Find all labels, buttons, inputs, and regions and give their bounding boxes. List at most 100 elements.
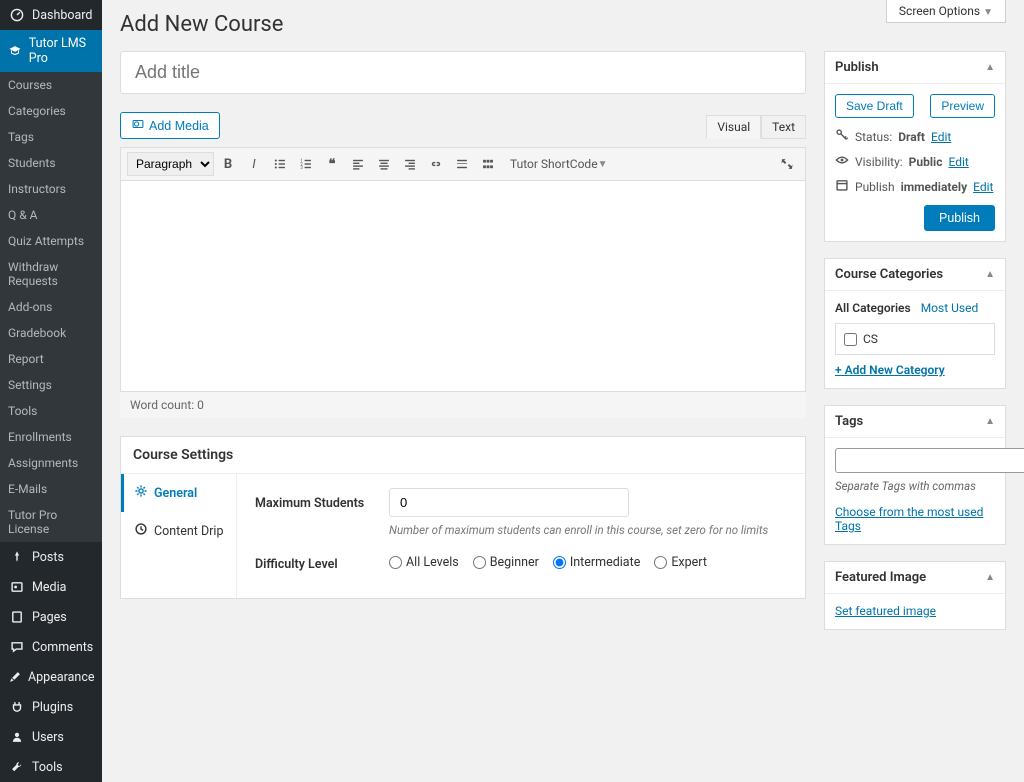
difficulty-radio-group: All Levels Beginner Intermediate Expert: [389, 549, 787, 570]
edit-visibility-link[interactable]: Edit: [948, 155, 968, 169]
word-count: Word count: 0: [120, 391, 806, 418]
sidebar-item-quiz-attempts[interactable]: Quiz Attempts: [0, 228, 102, 254]
sidebar-item-dashboard[interactable]: Dashboard: [0, 0, 102, 30]
page-icon: [8, 608, 26, 626]
tab-most-used[interactable]: Most Used: [921, 301, 979, 315]
user-icon: [8, 728, 26, 746]
publish-metabox: Publish▲ Save Draft Preview Status: Draf…: [824, 51, 1006, 242]
sidebar-item-qa[interactable]: Q & A: [0, 202, 102, 228]
editor-mode-tabs: Visual Text: [120, 115, 806, 139]
pin-icon: [8, 548, 26, 566]
tags-metabox: Tags▲ Add Separate Tags with commas Choo…: [824, 405, 1006, 545]
gear-icon: [134, 484, 148, 502]
edit-schedule-link[interactable]: Edit: [973, 180, 993, 194]
align-center-button[interactable]: [372, 152, 396, 176]
course-settings-nav: General Content Drip: [121, 474, 237, 598]
max-students-help: Number of maximum students can enroll in…: [389, 523, 787, 537]
sidebar-item-tutor-lms[interactable]: Tutor LMS Pro: [0, 30, 102, 72]
sidebar-item-posts[interactable]: Posts: [0, 542, 102, 572]
italic-button[interactable]: I: [242, 152, 266, 176]
sidebar-item-tools[interactable]: Tools: [0, 398, 102, 424]
sidebar-label: Dashboard: [32, 8, 92, 23]
chevron-up-icon[interactable]: ▲: [985, 572, 995, 583]
sidebar-item-tags[interactable]: Tags: [0, 124, 102, 150]
max-students-input[interactable]: [389, 488, 629, 517]
sidebar-item-gradebook[interactable]: Gradebook: [0, 320, 102, 346]
media-icon: [8, 578, 26, 596]
max-students-label: Maximum Students: [255, 488, 365, 537]
rich-text-editor: Paragraph B I 123 ❝ Tutor ShortCode ▼: [120, 147, 806, 392]
sidebar-item-enrollments[interactable]: Enrollments: [0, 424, 102, 450]
sidebar-item-courses[interactable]: Courses: [0, 72, 102, 98]
sidebar-item-addons[interactable]: Add-ons: [0, 294, 102, 320]
dashboard-icon: [8, 6, 26, 24]
more-button[interactable]: [450, 152, 474, 176]
edit-status-link[interactable]: Edit: [931, 130, 951, 144]
screen-options-toggle[interactable]: Screen Options ▼: [886, 0, 1006, 23]
panel-heading: Course Settings: [121, 437, 805, 474]
sidebar-item-appearance[interactable]: Appearance: [0, 662, 102, 692]
difficulty-beginner[interactable]: Beginner: [473, 555, 539, 570]
align-right-button[interactable]: [398, 152, 422, 176]
tab-text[interactable]: Text: [761, 115, 806, 139]
tutor-shortcode-button[interactable]: Tutor ShortCode ▼: [502, 152, 615, 176]
course-settings-panel: Course Settings General Content Drip: [120, 436, 806, 599]
sidebar-item-withdraw[interactable]: Withdraw Requests: [0, 254, 102, 294]
fullscreen-button[interactable]: [775, 152, 799, 176]
editor-content-area[interactable]: [121, 181, 805, 391]
difficulty-label: Difficulty Level: [255, 549, 365, 572]
sidebar-item-instructors[interactable]: Instructors: [0, 176, 102, 202]
add-category-link[interactable]: + Add New Category: [835, 363, 945, 377]
course-title-input[interactable]: [120, 51, 806, 94]
toolbar-toggle-button[interactable]: [476, 152, 500, 176]
bold-button[interactable]: B: [216, 152, 240, 176]
wrench-icon: [8, 758, 26, 776]
sidebar-item-emails[interactable]: E-Mails: [0, 476, 102, 502]
set-featured-image-link[interactable]: Set featured image: [835, 604, 936, 618]
quote-button[interactable]: ❝: [320, 152, 344, 176]
chevron-up-icon[interactable]: ▲: [985, 62, 995, 73]
sidebar-item-media[interactable]: Media: [0, 572, 102, 602]
sidebar-item-tools-main[interactable]: Tools: [0, 752, 102, 782]
preview-button[interactable]: Preview: [930, 94, 995, 118]
format-select[interactable]: Paragraph: [127, 152, 214, 176]
publish-button[interactable]: Publish: [924, 205, 995, 231]
comment-icon: [8, 638, 26, 656]
sidebar-item-users[interactable]: Users: [0, 722, 102, 752]
save-draft-button[interactable]: Save Draft: [835, 94, 914, 118]
publish-heading: Publish: [835, 60, 879, 75]
sidebar-item-categories[interactable]: Categories: [0, 98, 102, 124]
sidebar-item-settings[interactable]: Settings: [0, 372, 102, 398]
media-icon: [131, 117, 145, 134]
sidebar-item-students[interactable]: Students: [0, 150, 102, 176]
sidebar-label: Tutor LMS Pro: [29, 36, 94, 66]
nav-general[interactable]: General: [121, 474, 236, 512]
sidebar-item-pages[interactable]: Pages: [0, 602, 102, 632]
difficulty-expert[interactable]: Expert: [654, 555, 707, 570]
brush-icon: [8, 668, 22, 686]
link-button[interactable]: [424, 152, 448, 176]
tags-input[interactable]: [835, 448, 1024, 473]
align-left-button[interactable]: [346, 152, 370, 176]
ol-button[interactable]: 123: [294, 152, 318, 176]
tab-all-categories[interactable]: All Categories: [835, 301, 911, 315]
nav-content-drip[interactable]: Content Drip: [121, 512, 236, 550]
category-checkbox-cs[interactable]: CS: [835, 323, 995, 355]
add-media-button[interactable]: Add Media: [120, 112, 220, 139]
categories-metabox: Course Categories▲ All Categories Most U…: [824, 258, 1006, 389]
choose-tags-link[interactable]: Choose from the most used Tags: [835, 505, 995, 533]
chevron-up-icon[interactable]: ▲: [985, 416, 995, 427]
chevron-up-icon[interactable]: ▲: [985, 269, 995, 280]
plug-icon: [8, 698, 26, 716]
featured-image-metabox: Featured Image▲ Set featured image: [824, 561, 1006, 630]
sidebar-item-assignments[interactable]: Assignments: [0, 450, 102, 476]
sidebar-item-report[interactable]: Report: [0, 346, 102, 372]
ul-button[interactable]: [268, 152, 292, 176]
sidebar-item-plugins[interactable]: Plugins: [0, 692, 102, 722]
difficulty-all[interactable]: All Levels: [389, 555, 459, 570]
tab-visual[interactable]: Visual: [706, 115, 761, 139]
sidebar-item-comments[interactable]: Comments: [0, 632, 102, 662]
admin-sidebar: Dashboard Tutor LMS Pro Courses Categori…: [0, 0, 102, 782]
difficulty-intermediate[interactable]: Intermediate: [553, 555, 640, 570]
sidebar-item-license[interactable]: Tutor Pro License: [0, 502, 102, 542]
